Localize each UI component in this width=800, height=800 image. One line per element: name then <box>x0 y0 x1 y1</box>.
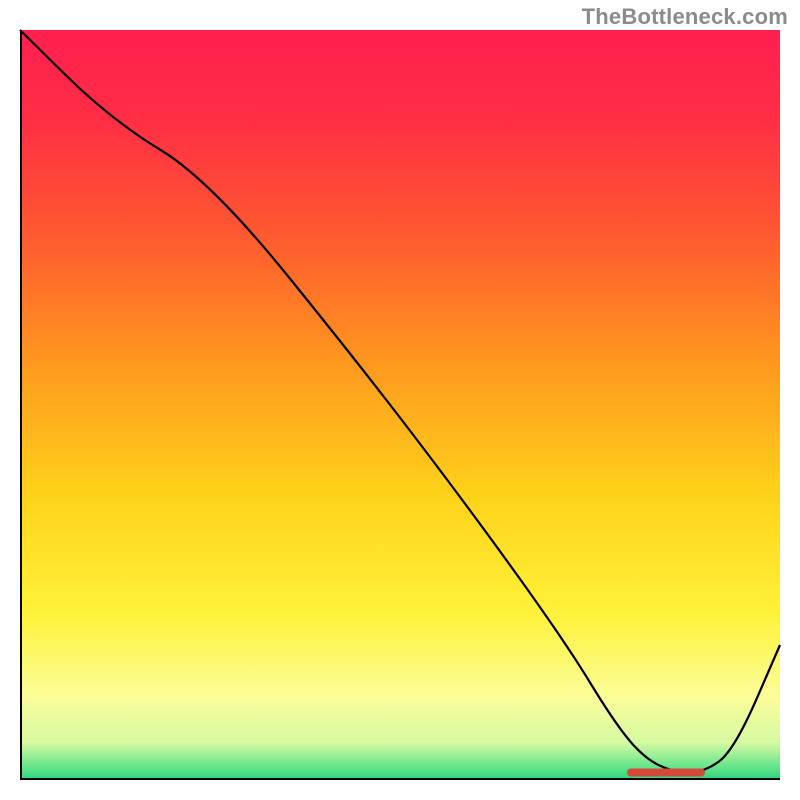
x-axis-line <box>20 778 780 780</box>
y-axis-line <box>20 30 22 780</box>
chart-svg <box>20 30 780 780</box>
sweet-spot-marker <box>628 770 704 776</box>
chart-plot-area <box>20 30 780 780</box>
chart-gradient-bg <box>20 30 780 780</box>
watermark-label: TheBottleneck.com <box>582 4 788 30</box>
